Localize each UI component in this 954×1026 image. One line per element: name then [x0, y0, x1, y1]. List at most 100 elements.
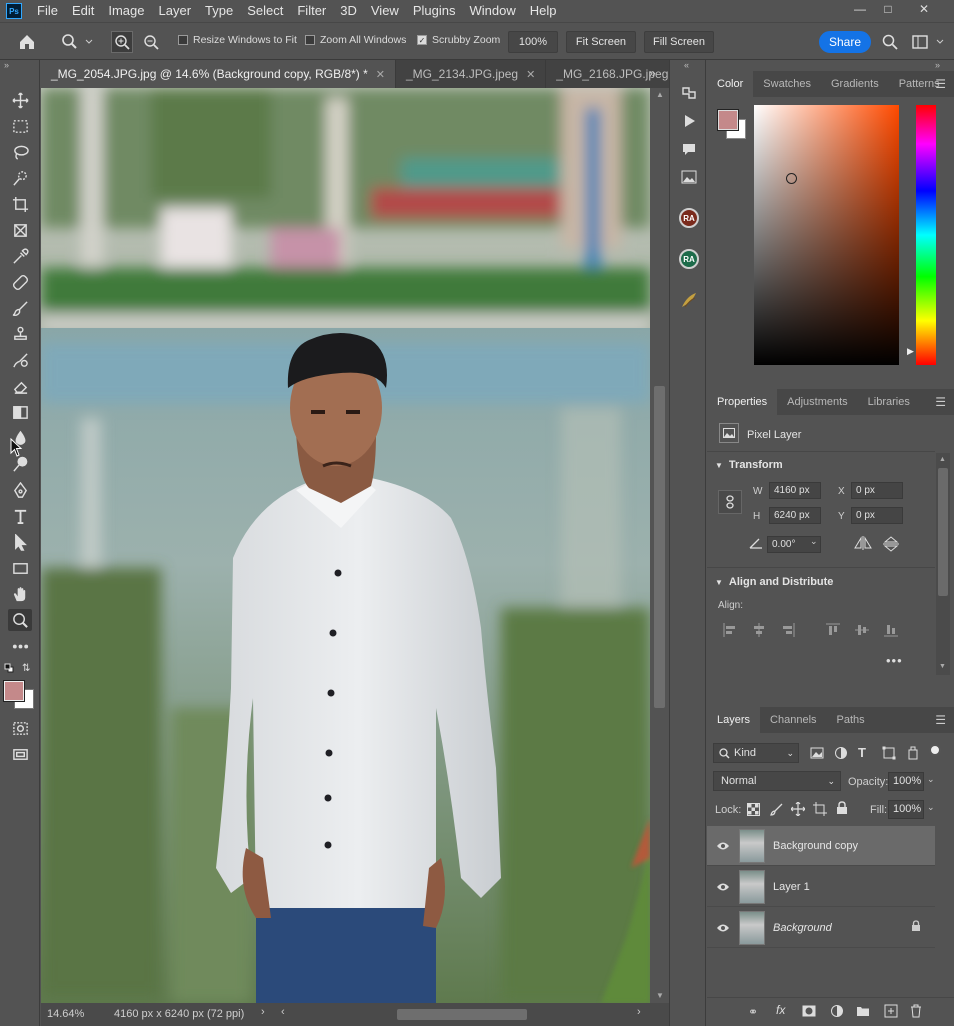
new-layer-icon[interactable] [884, 1004, 898, 1021]
blend-mode-dropdown[interactable]: Normal ⌄ [713, 771, 841, 791]
opacity-dropdown-icon[interactable]: ⌄ [927, 774, 935, 785]
share-button[interactable]: Share [819, 31, 871, 53]
layer-row[interactable]: Background [707, 908, 935, 948]
hue-slider-handle[interactable]: ▶ [907, 346, 914, 357]
filter-adjustment-icon[interactable] [834, 746, 848, 760]
brush-tool-icon[interactable] [8, 297, 32, 319]
scroll-down-icon[interactable]: ▼ [656, 991, 664, 1000]
history-brush-tool-icon[interactable] [8, 349, 32, 371]
flip-horizontal-icon[interactable] [854, 536, 874, 552]
search-icon[interactable] [880, 33, 900, 51]
menu-select[interactable]: Select [240, 0, 290, 22]
comments-icon[interactable] [678, 138, 700, 160]
new-group-icon[interactable] [856, 1005, 870, 1020]
y-field[interactable]: 0 px [851, 507, 903, 524]
tab-properties[interactable]: Properties [707, 389, 778, 415]
document-canvas[interactable] [41, 88, 650, 1003]
x-field[interactable]: 0 px [851, 482, 903, 499]
move-tool-icon[interactable] [8, 89, 32, 111]
ra-plugin-icon-1[interactable]: RA [678, 207, 700, 229]
checkbox-box[interactable] [178, 35, 188, 45]
lock-all-icon[interactable] [836, 801, 850, 815]
pen-tool-icon[interactable] [8, 479, 32, 501]
tab-document-3[interactable]: _MG_2168.JPG.jpeg [546, 60, 678, 88]
opacity-field[interactable]: 100% [888, 772, 924, 791]
panel-foreground-swatch[interactable] [718, 110, 738, 130]
panel-menu-icon[interactable]: ☰ [935, 395, 946, 409]
status-menu-chevron-icon[interactable]: › [261, 1006, 265, 1018]
menu-edit[interactable]: Edit [65, 0, 101, 22]
more-tools-icon[interactable] [8, 635, 32, 657]
hue-slider[interactable] [916, 105, 936, 365]
document-size[interactable]: 4160 px x 6240 px (72 ppi) [114, 1008, 244, 1020]
menu-plugins[interactable]: Plugins [406, 0, 463, 22]
zoom-out-icon[interactable] [140, 31, 162, 53]
align-middle-v-icon[interactable] [855, 623, 869, 637]
color-field[interactable] [754, 105, 899, 365]
home-icon[interactable] [16, 32, 38, 52]
visibility-eye-icon[interactable] [707, 923, 739, 933]
menu-help[interactable]: Help [523, 0, 564, 22]
horizontal-scrollbar-thumb[interactable] [397, 1009, 527, 1020]
lasso-tool-icon[interactable] [8, 141, 32, 163]
tab-adjustments[interactable]: Adjustments [777, 389, 858, 415]
scrollbar-thumb[interactable] [938, 468, 948, 596]
type-tool-icon[interactable] [8, 505, 32, 527]
more-options-icon[interactable]: ••• [886, 653, 903, 668]
filter-kind-dropdown[interactable]: Kind ⌄ [713, 743, 799, 763]
layer-row[interactable]: Background copy [707, 826, 935, 866]
layer-style-fx-icon[interactable]: fx [776, 1003, 792, 1019]
marquee-tool-icon[interactable] [8, 115, 32, 137]
panel-menu-icon[interactable]: ☰ [935, 77, 946, 91]
history-panel-icon[interactable] [678, 82, 700, 104]
filter-smart-object-icon[interactable] [906, 746, 920, 760]
add-mask-icon[interactable] [802, 1005, 816, 1020]
canvas-vertical-scrollbar[interactable]: ▲ ▼ [650, 88, 669, 1003]
collapse-strip-icon[interactable]: « [684, 60, 689, 70]
tab-layers[interactable]: Layers [707, 707, 761, 733]
zoom-level[interactable]: 14.64% [47, 1008, 84, 1020]
flip-vertical-icon[interactable] [882, 536, 902, 552]
tab-document-1[interactable]: _MG_2054.JPG.jpg @ 14.6% (Background cop… [41, 60, 396, 88]
tab-document-2[interactable]: _MG_2134.JPG.jpeg ✕ [396, 60, 547, 88]
layer-name[interactable]: Layer 1 [773, 881, 810, 893]
align-center-h-icon[interactable] [752, 623, 766, 637]
quick-selection-tool-icon[interactable] [8, 167, 32, 189]
zoom-in-icon[interactable] [111, 31, 133, 53]
eyedropper-tool-icon[interactable] [8, 245, 32, 267]
menu-3d[interactable]: 3D [333, 0, 364, 22]
visibility-eye-icon[interactable] [707, 841, 739, 851]
resize-windows-checkbox[interactable]: Resize Windows to Fit [178, 34, 297, 46]
lock-pixels-icon[interactable] [770, 803, 783, 816]
new-adjustment-layer-icon[interactable] [830, 1004, 844, 1021]
close-tab-icon[interactable]: ✕ [526, 68, 535, 81]
menu-image[interactable]: Image [101, 0, 151, 22]
menu-window[interactable]: Window [462, 0, 522, 22]
menu-file[interactable]: File [30, 0, 65, 22]
actions-play-icon[interactable] [678, 110, 700, 132]
scrubby-zoom-checkbox[interactable]: ✓ Scrubby Zoom [417, 34, 500, 46]
layer-name[interactable]: Background [773, 922, 832, 934]
scroll-up-icon[interactable]: ▲ [656, 90, 664, 99]
ra-plugin-icon-2[interactable]: RA [678, 248, 700, 270]
close-icon[interactable]: ✕ [910, 0, 938, 18]
filter-shape-icon[interactable] [882, 746, 896, 760]
maximize-icon[interactable]: □ [874, 0, 902, 18]
filter-type-icon[interactable]: T [858, 745, 872, 760]
align-bottom-icon[interactable] [884, 623, 898, 637]
lock-transparency-icon[interactable] [747, 803, 760, 816]
menu-view[interactable]: View [364, 0, 406, 22]
minimize-icon[interactable]: — [846, 0, 874, 18]
properties-scrollbar[interactable]: ▲ ▼ [936, 453, 950, 675]
align-left-icon[interactable] [723, 623, 737, 637]
checkbox-box[interactable] [305, 35, 315, 45]
foreground-color-swatch[interactable] [4, 681, 24, 701]
zoom-tool-icon[interactable] [8, 609, 32, 631]
lock-artboard-icon[interactable] [813, 802, 827, 816]
fill-screen-button[interactable]: Fill Screen [644, 31, 714, 53]
menu-type[interactable]: Type [198, 0, 240, 22]
scroll-left-icon[interactable]: ‹ [281, 1006, 285, 1018]
gradient-tool-icon[interactable] [8, 401, 32, 423]
tab-swatches[interactable]: Swatches [753, 71, 821, 97]
healing-brush-tool-icon[interactable] [8, 271, 32, 293]
